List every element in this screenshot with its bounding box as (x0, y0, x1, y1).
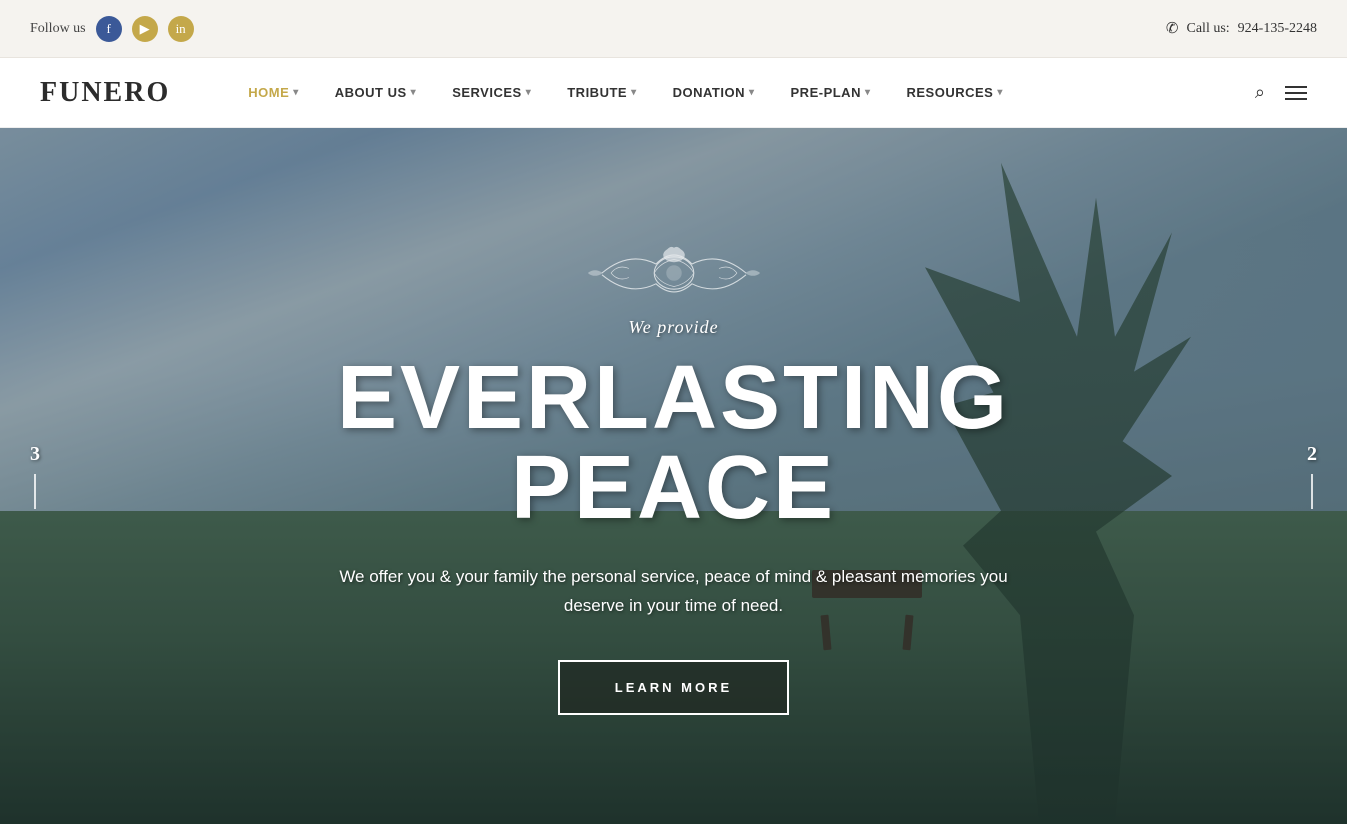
hero-content: We provide EVERLASTING PEACE We offer yo… (224, 237, 1124, 716)
slide-number-right: 2 (1307, 443, 1317, 466)
nav-item-donation[interactable]: DONATION ▾ (655, 58, 773, 128)
nav-links: HOME ▾ ABOUT US ▾ SERVICES ▾ TRIBUTE ▾ D… (230, 58, 1255, 128)
chevron-down-icon: ▾ (526, 87, 532, 98)
call-label: Call us: (1187, 21, 1230, 37)
hamburger-menu-icon[interactable] (1285, 86, 1307, 100)
hero-subtitle: We provide (264, 317, 1084, 338)
hero-ornament (584, 237, 764, 307)
chevron-down-icon: ▾ (411, 87, 417, 98)
chevron-down-icon: ▾ (997, 87, 1003, 98)
nav-item-home[interactable]: HOME ▾ (230, 58, 317, 128)
slide-indicator-right[interactable]: 2 (1307, 443, 1317, 509)
nav-item-tribute[interactable]: TRIBUTE ▾ (549, 58, 654, 128)
phone-number: 924-135-2248 (1238, 21, 1317, 37)
chevron-down-icon: ▾ (293, 87, 299, 98)
slide-line-left (34, 474, 36, 509)
learn-more-button[interactable]: LEARN MORE (558, 660, 789, 715)
chevron-down-icon: ▾ (749, 87, 755, 98)
follow-us-section: Follow us f ▶ in (30, 16, 194, 42)
linkedin-icon[interactable]: in (168, 16, 194, 42)
hero-description: We offer you & your family the personal … (324, 563, 1024, 621)
site-logo[interactable]: FUNERO (40, 77, 170, 109)
facebook-icon[interactable]: f (96, 16, 122, 42)
hero-section: 3 (0, 128, 1347, 824)
call-us-section: ✆ Call us: 924-135-2248 (1166, 19, 1317, 38)
nav-item-about[interactable]: ABOUT US ▾ (317, 58, 434, 128)
chevron-down-icon: ▾ (631, 87, 637, 98)
hero-title: EVERLASTING PEACE (264, 353, 1084, 533)
chevron-down-icon: ▾ (865, 87, 871, 98)
slide-indicator-left[interactable]: 3 (30, 443, 40, 509)
slide-line-right (1311, 474, 1313, 509)
nav-item-resources[interactable]: RESOURCES ▾ (889, 58, 1021, 128)
phone-icon: ✆ (1166, 19, 1179, 38)
follow-us-label: Follow us (30, 21, 86, 37)
slide-number-left: 3 (30, 443, 40, 466)
youtube-icon[interactable]: ▶ (132, 16, 158, 42)
top-bar: Follow us f ▶ in ✆ Call us: 924-135-2248 (0, 0, 1347, 58)
nav-item-services[interactable]: SERVICES ▾ (434, 58, 549, 128)
navbar: FUNERO HOME ▾ ABOUT US ▾ SERVICES ▾ TRIB… (0, 58, 1347, 128)
nav-right: ⌕ (1255, 82, 1307, 103)
search-icon[interactable]: ⌕ (1255, 82, 1265, 103)
nav-item-preplan[interactable]: PRE-PLAN ▾ (773, 58, 889, 128)
